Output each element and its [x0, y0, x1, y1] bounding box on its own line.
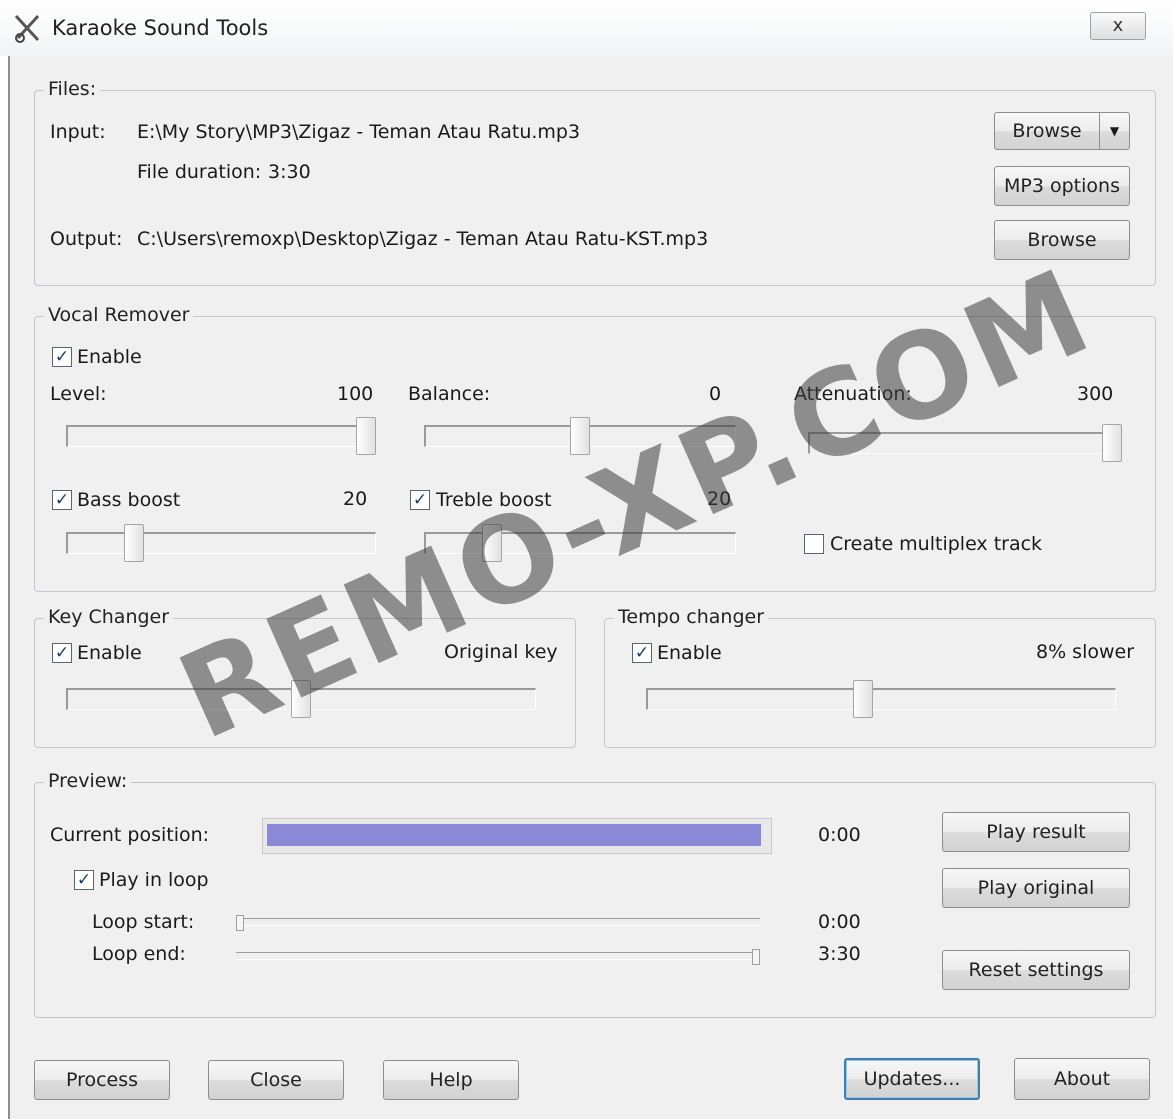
key-changer-legend: Key Changer: [44, 606, 174, 628]
loop-start-thumb[interactable]: [236, 915, 244, 931]
loop-start-value: 0:00: [818, 911, 861, 933]
current-position-fill: [267, 824, 761, 846]
current-position-bar[interactable]: [262, 818, 772, 854]
tempo-slider[interactable]: [636, 680, 1126, 728]
bass-boost-slider[interactable]: [56, 524, 386, 572]
treble-boost-checkbox[interactable]: ✓: [410, 490, 430, 510]
tempo-slider-thumb[interactable]: [853, 680, 873, 718]
tempo-changer-group: [604, 618, 1156, 748]
files-group: [34, 90, 1156, 286]
browse-input-button[interactable]: Browse: [994, 112, 1100, 150]
key-value: Original key: [444, 641, 558, 663]
bass-boost-label: Bass boost: [77, 489, 181, 511]
play-in-loop-label: Play in loop: [99, 869, 209, 891]
reset-settings-button[interactable]: Reset settings: [942, 950, 1130, 990]
browse-output-button[interactable]: Browse: [994, 220, 1130, 260]
bass-boost-slider-track: [66, 532, 376, 554]
vocal-enable-checkbox[interactable]: ✓: [52, 347, 72, 367]
current-position-label: Current position:: [50, 824, 210, 846]
files-legend: Files:: [44, 78, 101, 100]
level-value: 100: [337, 383, 374, 405]
balance-slider[interactable]: [414, 417, 746, 465]
title-bar: Karaoke Sound Tools x: [0, 0, 1173, 56]
bass-boost-slider-thumb[interactable]: [124, 524, 144, 562]
process-button[interactable]: Process: [34, 1060, 170, 1100]
updates-button[interactable]: Updates...: [844, 1058, 980, 1100]
treble-boost-slider-track: [424, 532, 736, 554]
loop-end-value: 3:30: [818, 943, 861, 965]
level-label: Level:: [50, 383, 107, 405]
loop-end-slider[interactable]: [236, 949, 760, 965]
duration-value: 3:30: [268, 161, 311, 183]
vocal-remover-legend: Vocal Remover: [44, 304, 194, 326]
level-slider-thumb[interactable]: [356, 417, 376, 455]
attenuation-value: 300: [1077, 383, 1114, 405]
current-position-value: 0:00: [818, 824, 861, 846]
attenuation-label: Attenuation:: [794, 383, 912, 405]
tempo-slider-track: [646, 688, 1116, 710]
preview-legend: Preview:: [44, 770, 132, 792]
mp3-options-button[interactable]: MP3 options: [994, 166, 1130, 206]
loop-start-label: Loop start:: [92, 911, 195, 933]
loop-start-slider[interactable]: [236, 915, 760, 931]
balance-label: Balance:: [408, 383, 491, 405]
output-path: C:\Users\remoxp\Desktop\Zigaz - Teman At…: [137, 228, 709, 250]
tempo-enable-checkbox[interactable]: ✓: [632, 643, 652, 663]
help-button[interactable]: Help: [383, 1060, 519, 1100]
close-button[interactable]: Close: [208, 1060, 344, 1100]
treble-boost-label: Treble boost: [436, 489, 552, 511]
level-slider[interactable]: [56, 417, 386, 465]
play-original-button[interactable]: Play original: [942, 868, 1130, 908]
output-label: Output:: [50, 228, 123, 250]
treble-boost-slider[interactable]: [414, 524, 746, 572]
loop-end-thumb[interactable]: [752, 949, 760, 965]
browse-dropdown-arrow-icon[interactable]: ▼: [1100, 112, 1130, 150]
bass-boost-value: 20: [343, 488, 368, 510]
attenuation-slider-track: [808, 432, 1122, 454]
tempo-changer-legend: Tempo changer: [614, 606, 769, 628]
input-path: E:\My Story\MP3\Zigaz - Teman Atau Ratu.…: [137, 121, 581, 143]
play-in-loop-checkbox[interactable]: ✓: [74, 870, 94, 890]
vocal-enable-label: Enable: [77, 346, 142, 368]
scissors-mic-icon: [14, 14, 40, 43]
multiplex-checkbox[interactable]: [804, 534, 824, 554]
multiplex-label: Create multiplex track: [830, 533, 1043, 555]
balance-value: 0: [709, 383, 722, 405]
bass-boost-checkbox[interactable]: ✓: [52, 490, 72, 510]
input-label: Input:: [50, 121, 106, 143]
key-slider[interactable]: [56, 680, 546, 728]
treble-boost-slider-thumb[interactable]: [482, 524, 502, 562]
balance-slider-thumb[interactable]: [570, 417, 590, 455]
attenuation-slider-thumb[interactable]: [1102, 424, 1122, 462]
about-button[interactable]: About: [1014, 1058, 1150, 1100]
window-close-button[interactable]: x: [1090, 12, 1146, 40]
loop-end-label: Loop end:: [92, 943, 186, 965]
level-slider-track: [66, 425, 376, 447]
treble-boost-value: 20: [707, 488, 732, 510]
key-enable-label: Enable: [77, 642, 142, 664]
duration-label: File duration:: [137, 161, 262, 183]
window-title: Karaoke Sound Tools: [52, 16, 269, 40]
key-enable-checkbox[interactable]: ✓: [52, 643, 72, 663]
tempo-enable-label: Enable: [657, 642, 722, 664]
attenuation-slider[interactable]: [798, 424, 1132, 472]
play-result-button[interactable]: Play result: [942, 812, 1130, 852]
key-slider-thumb[interactable]: [291, 680, 311, 718]
tempo-value: 8% slower: [1036, 641, 1135, 663]
